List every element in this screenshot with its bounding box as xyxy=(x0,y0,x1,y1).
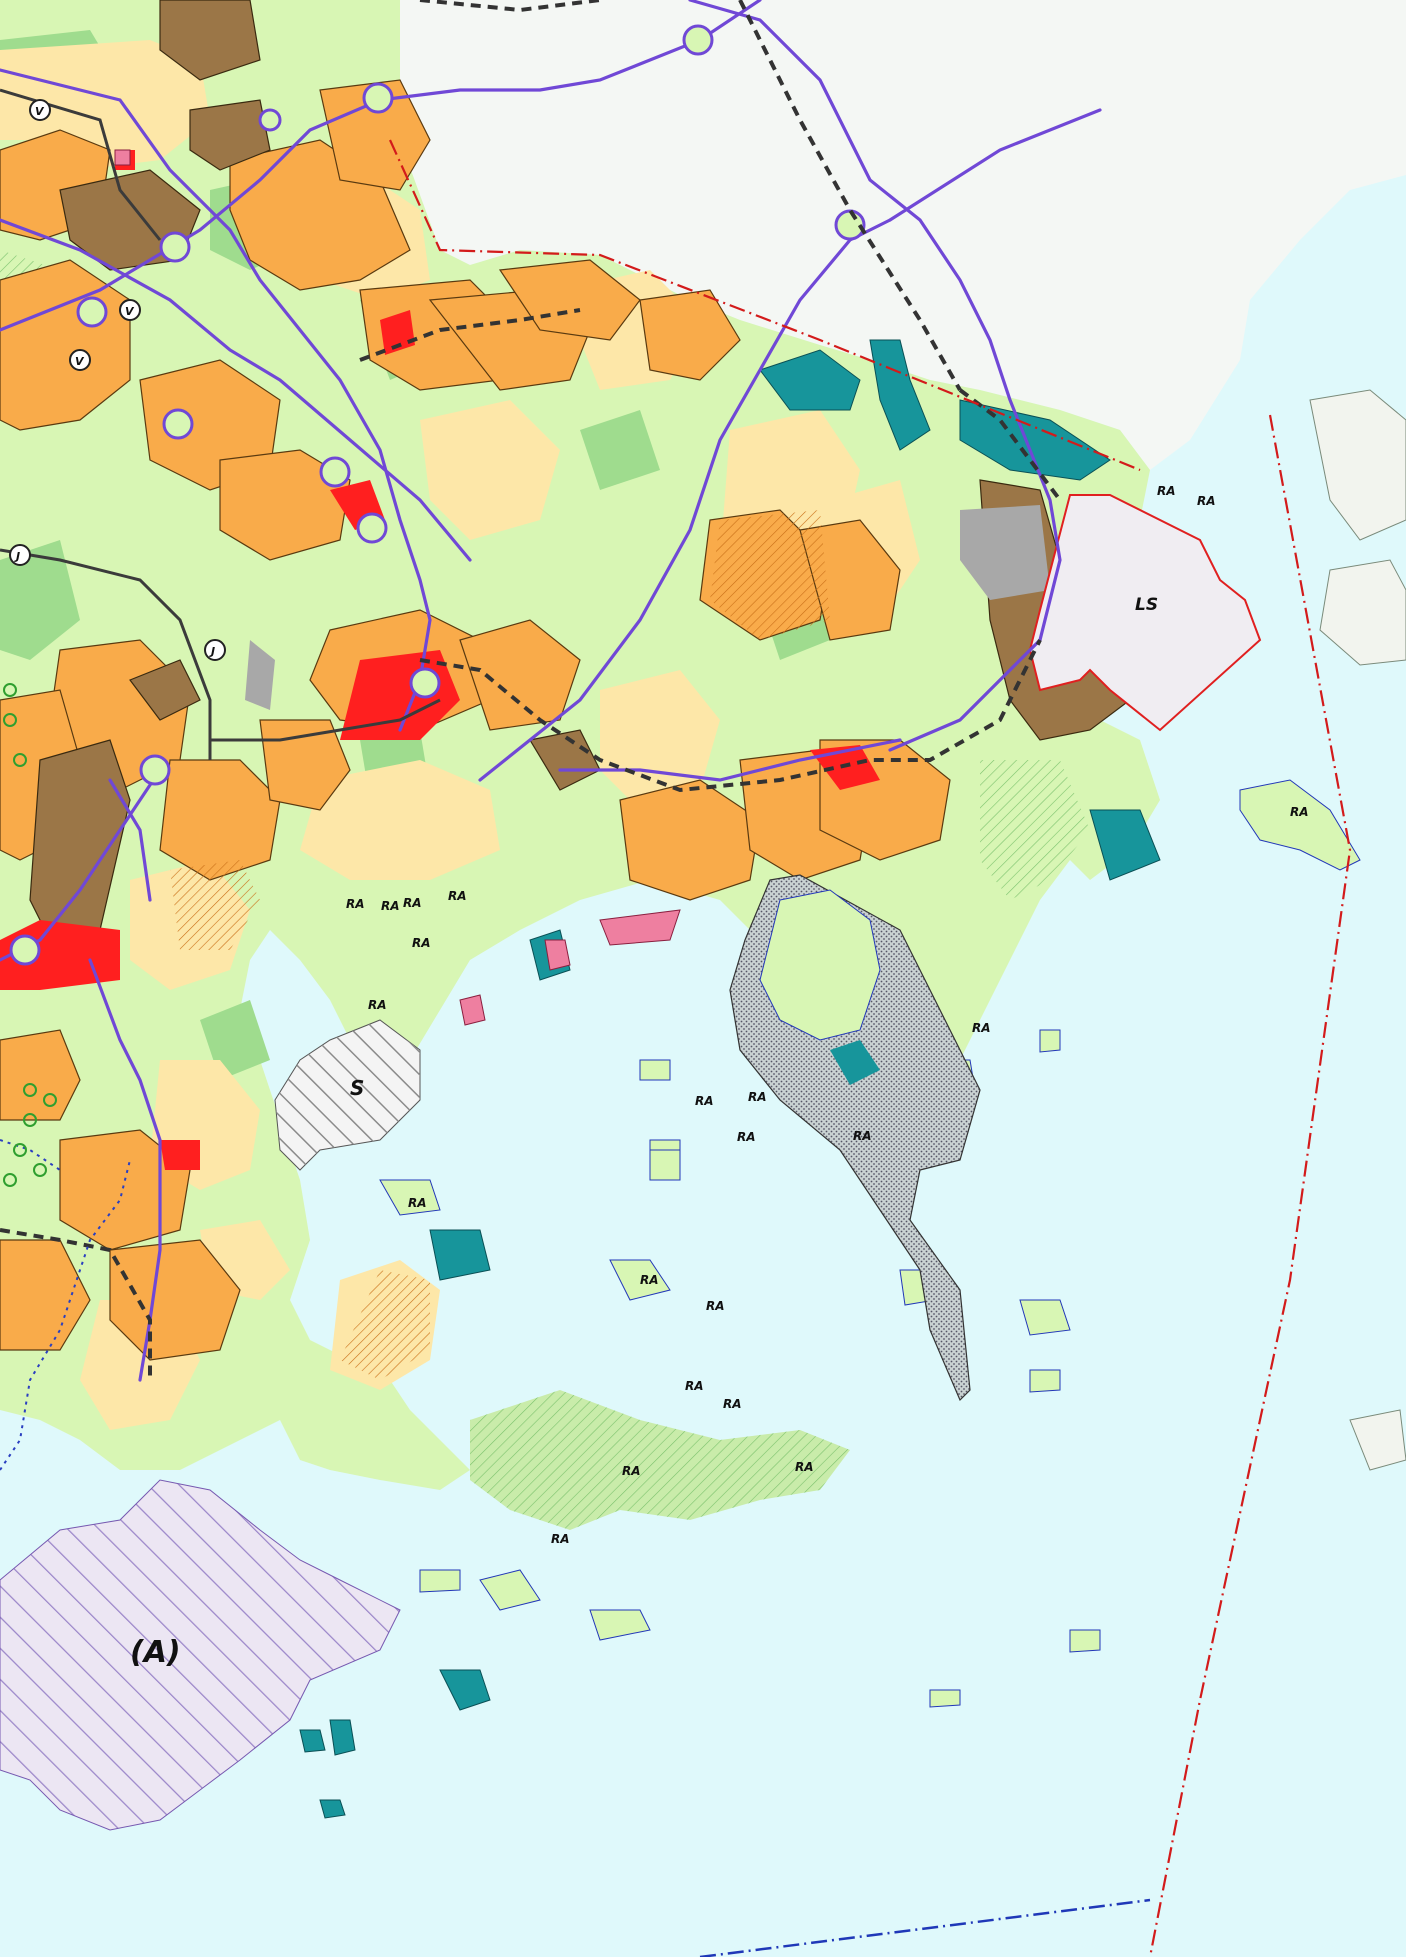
ra-label: RA xyxy=(403,896,422,910)
ra-label: RA xyxy=(737,1130,756,1144)
ra-label: RA xyxy=(622,1464,641,1478)
ra-label: RA xyxy=(1157,484,1176,498)
ra-label: RA xyxy=(448,889,467,903)
ra-label: RA xyxy=(972,1021,991,1035)
ra-label: RA xyxy=(853,1129,872,1143)
ra-label: RA xyxy=(685,1379,704,1393)
ra-label: RA xyxy=(795,1460,814,1474)
ra-label: RA xyxy=(695,1094,714,1108)
ra-label: RA xyxy=(706,1299,725,1313)
ra-label: RA xyxy=(1197,494,1216,508)
ra-label: RA xyxy=(748,1090,767,1104)
stop-label-v: V xyxy=(125,305,135,318)
map-canvas[interactable]: V V V J J LS S (A) RA RA RA RA RA RA RA … xyxy=(0,0,1406,1957)
ra-label: RA xyxy=(368,998,387,1012)
land-use-map[interactable]: V V V J J LS S (A) RA RA RA RA RA RA RA … xyxy=(0,0,1406,1957)
ra-label: RA xyxy=(551,1532,570,1546)
ra-label: RA xyxy=(1290,805,1309,819)
ra-label: RA xyxy=(381,899,400,913)
ls-label: LS xyxy=(1135,595,1158,615)
stop-label-v: V xyxy=(35,105,45,118)
a-label: (A) xyxy=(130,1635,181,1670)
ra-label: RA xyxy=(723,1397,742,1411)
ra-label: RA xyxy=(640,1273,659,1287)
ra-label: RA xyxy=(408,1196,427,1210)
ra-label: RA xyxy=(346,897,365,911)
stop-label-v: V xyxy=(75,355,85,368)
s-label: S xyxy=(350,1076,364,1100)
ra-label: RA xyxy=(412,936,431,950)
